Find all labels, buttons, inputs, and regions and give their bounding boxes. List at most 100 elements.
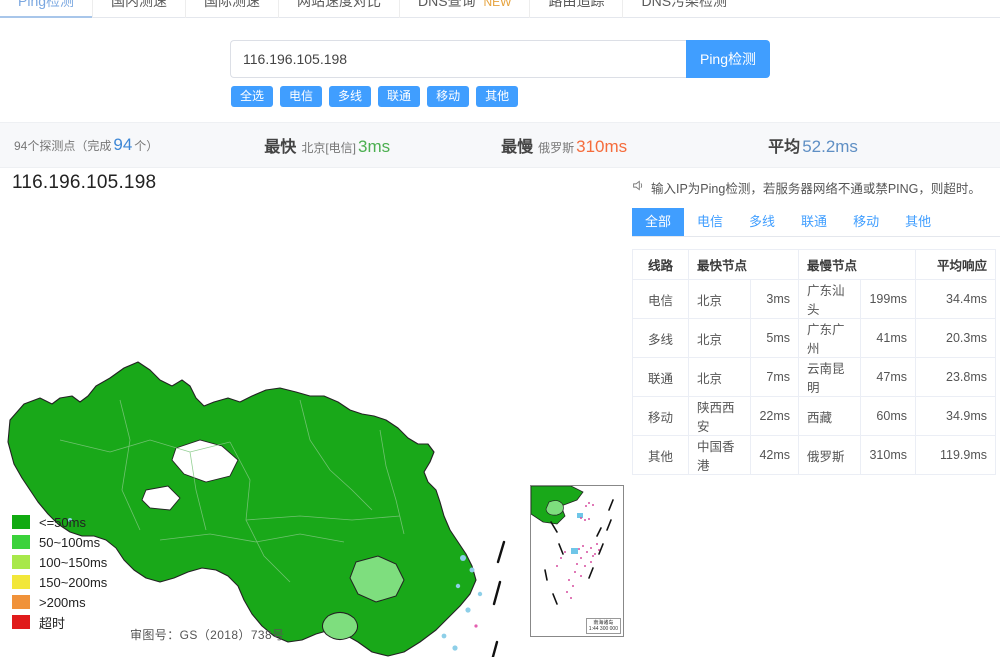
results-panel: 输入IP为Ping检测，若服务器网络不通或禁PING，则超时。 全部 电信 多线… [628,168,1000,657]
tab-label: 国际测速 [204,0,261,9]
cell-fast-node: 陕西西安 [687,396,752,436]
tab-route-trace[interactable]: 路由追踪 [529,0,622,18]
chip-other[interactable]: 其他 [476,86,519,107]
legend-label: 150~200ms [39,574,108,590]
legend-label: 100~150ms [39,554,108,570]
legend-item: 100~150ms [12,552,107,572]
average-value: 52.2ms [802,137,858,156]
subtab-mobile[interactable]: 移动 [840,208,892,236]
chip-select-all[interactable]: 全选 [231,86,274,107]
chip-unicom[interactable]: 联通 [378,86,421,107]
tab-domestic-speed[interactable]: 国内测速 [92,0,185,18]
probe-suffix: 个） [134,139,159,153]
chip-multiline[interactable]: 多线 [329,86,372,107]
tab-label: 国内测速 [111,0,168,9]
cell-line: 其他 [632,435,689,475]
cell-slow-node: 俄罗斯 [798,435,862,475]
cell-slow-node: 广东广州 [798,318,862,358]
tab-dns-pollution[interactable]: DNS污染检测 [622,0,745,18]
cell-slow-ms: 41ms [860,318,916,358]
tab-label: Ping检测 [18,0,75,9]
cell-avg: 23.8ms [915,357,996,397]
cell-fast-ms: 5ms [750,318,800,358]
legend-swatch [12,515,30,529]
map-panel: 116.196.105.198 <=50ms 50~100ms 100~150m… [0,168,628,657]
cell-avg: 34.4ms [915,279,996,319]
legend-swatch [12,555,30,569]
table-header-row: 线路 最快节点 最慢节点 平均响应 [632,249,996,280]
subtab-other[interactable]: 其他 [892,208,944,236]
results-table: 线路 最快节点 最慢节点 平均响应 电信 北京 3ms 广东汕头 199ms 3… [632,249,996,475]
legend-item: 超时 [12,612,107,632]
cell-slow-ms: 47ms [860,357,916,397]
tab-label: DNS查询 [418,0,476,9]
slowest-value: 310ms [576,137,628,156]
cell-fast-ms: 22ms [750,396,800,436]
search-row: Ping检测 [230,40,770,78]
tab-ping-detect[interactable]: Ping检测 [0,0,93,18]
legend-item: 150~200ms [12,572,107,592]
map-credit: 审图号：GS（2018）738号 [130,628,285,642]
cell-slow-ms: 60ms [860,396,916,436]
stat-slowest: 最慢 俄罗斯 310ms [501,133,629,157]
legend-swatch [12,535,30,549]
subtab-multiline[interactable]: 多线 [736,208,788,236]
average-label: 平均 [768,139,801,156]
subtab-all[interactable]: 全部 [632,207,685,236]
slowest-label: 最慢 [501,139,534,156]
cell-fast-node: 北京 [687,357,752,397]
legend-swatch [12,595,30,609]
legend-item: <=50ms [12,512,107,532]
legend-item: >200ms [12,592,107,612]
tab-international-speed[interactable]: 国际测速 [185,0,278,18]
cell-fast-node: 中国香港 [687,435,752,475]
legend-swatch [12,575,30,589]
cell-avg: 119.9ms [915,435,996,475]
cell-slow-node: 云南昆明 [798,357,862,397]
tab-dns-lookup[interactable]: DNS查询 NEW [399,0,529,18]
cell-slow-ms: 199ms [860,279,916,319]
legend-label: 超时 [39,615,66,631]
south-china-sea-inset: 南海诸岛 1:44 300 000 [530,485,624,637]
probe-prefix: 94个探测点（完成 [14,139,112,153]
cell-avg: 34.9ms [915,396,996,436]
notice-bar: 输入IP为Ping检测，若服务器网络不通或禁PING，则超时。 [628,168,1000,197]
fastest-value: 3ms [357,137,391,156]
table-row[interactable]: 多线 北京 5ms 广东广州 41ms 20.3ms [632,318,996,358]
inset-scale-label: 南海诸岛 1:44 300 000 [585,618,621,634]
search-input[interactable] [230,40,686,78]
th-average-response: 平均响应 [915,249,996,280]
probe-count-value: 94 [113,135,133,154]
cell-line: 多线 [632,318,689,358]
cell-avg: 20.3ms [915,318,996,358]
cell-slow-node: 广东汕头 [798,279,862,319]
map-legend: <=50ms 50~100ms 100~150ms 150~200ms >200… [12,512,107,632]
chip-mobile[interactable]: 移动 [427,86,470,107]
cell-fast-node: 北京 [687,318,752,358]
legend-swatch [12,615,30,629]
th-line: 线路 [632,249,689,280]
stat-average: 平均 52.2ms [768,133,860,157]
cell-slow-node: 西藏 [798,396,862,436]
table-row[interactable]: 联通 北京 7ms 云南昆明 47ms 23.8ms [632,357,996,397]
notice-text: 输入IP为Ping检测，若服务器网络不通或禁PING，则超时。 [651,182,981,196]
slowest-node: 俄罗斯 [538,141,575,155]
subtab-unicom[interactable]: 联通 [788,208,840,236]
chip-telecom[interactable]: 电信 [280,86,323,107]
isp-subtabs: 全部 电信 多线 联通 移动 其他 [632,207,1000,237]
cell-fast-node: 北京 [687,279,752,319]
tab-site-speed-compare[interactable]: 网站速度对比 [278,0,399,18]
table-row[interactable]: 移动 陕西西安 22ms 西藏 60ms 34.9ms [632,396,996,436]
tab-label: 网站速度对比 [297,0,382,9]
cell-fast-ms: 3ms [750,279,800,319]
table-row[interactable]: 电信 北京 3ms 广东汕头 199ms 34.4ms [632,279,996,319]
hainan-shape [322,612,358,640]
subtab-telecom[interactable]: 电信 [684,208,736,236]
cell-line: 联通 [632,357,689,397]
ping-detect-button[interactable]: Ping检测 [686,40,770,78]
inset-svg [530,485,614,605]
legend-label: >200ms [39,594,86,610]
table-row[interactable]: 其他 中国香港 42ms 俄罗斯 310ms 119.9ms [632,435,996,475]
fastest-node: 北京[电信] [301,141,356,155]
cell-line: 电信 [632,279,689,319]
